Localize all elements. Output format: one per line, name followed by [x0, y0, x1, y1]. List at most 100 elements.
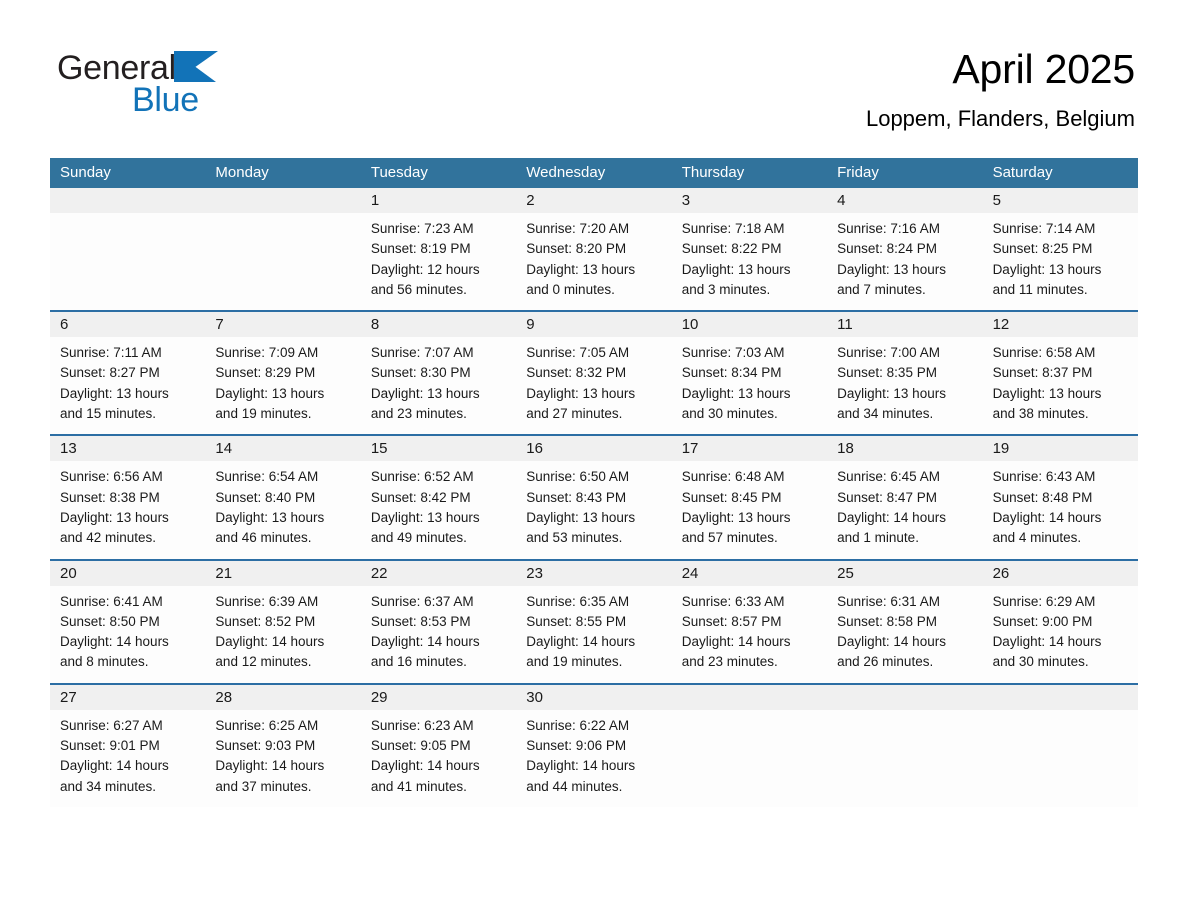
day-number-band: 23 — [516, 560, 672, 586]
day-details: Sunrise: 7:07 AM Sunset: 8:30 PM Daylight:… — [361, 337, 516, 434]
day-number: 29 — [370, 688, 388, 706]
day-cell-4[interactable]: 4 Sunrise: 7:16 AM Sunset: 8:24 PM Daylight… — [827, 188, 983, 311]
day-detail-line: Sunrise: 7:00 AM — [837, 345, 940, 361]
page-header: General Blue April 2025 Loppem, Flanders… — [0, 0, 1188, 148]
day-detail-line: and 34 minutes. — [60, 778, 157, 794]
day-cell-18[interactable]: 18 Sunrise: 6:45 AM Sunset: 8:47 PM Dayligh… — [827, 436, 983, 559]
day-detail-line: and 26 minutes. — [837, 654, 934, 670]
day-detail-line: Daylight: 13 hours — [837, 261, 946, 277]
day-cell-26[interactable]: 26 Sunrise: 6:29 AM Sunset: 9:00 PM Dayligh… — [982, 560, 1138, 683]
day-cell-13[interactable]: 13 Sunrise: 6:56 AM Sunset: 8:38 PM Dayligh… — [50, 436, 206, 559]
day-number: 4 — [837, 192, 846, 209]
week-grid: 27 Sunrise: 6:27 AM Sunset: 9:01 PM Dayligh… — [50, 684, 1138, 807]
day-number: 2 — [526, 192, 535, 209]
day-details: Sunrise: 6:29 AM Sunset: 9:00 PM Daylight:… — [983, 586, 1138, 683]
day-cell-25[interactable]: 25 Sunrise: 6:31 AM Sunset: 8:58 PM Dayligh… — [827, 560, 983, 683]
day-cell-28[interactable]: 28 Sunrise: 6:25 AM Sunset: 9:03 PM Dayligh… — [205, 684, 361, 807]
day-number-band: 9 — [516, 312, 672, 338]
weekday-header-thursday: Thursday — [681, 164, 745, 181]
day-cell-19[interactable]: 19 Sunrise: 6:43 AM Sunset: 8:48 PM Dayligh… — [982, 436, 1138, 559]
day-detail-line: Daylight: 14 hours — [992, 634, 1102, 650]
day-detail-line: Sunrise: 6:50 AM — [526, 469, 630, 485]
day-cell-23[interactable]: 23 Sunrise: 6:35 AM Sunset: 8:55 PM Dayligh… — [516, 560, 672, 683]
day-details — [827, 710, 982, 726]
calendar-week-row: 1 Sunrise: 7:23 AM Sunset: 8:19 PM Daylight… — [50, 188, 1138, 311]
day-detail-line: Daylight: 14 hours — [215, 758, 325, 774]
day-cell-24[interactable]: 24 Sunrise: 6:33 AM Sunset: 8:57 PM Dayligh… — [671, 560, 828, 683]
day-details: Sunrise: 7:18 AM Sunset: 8:22 PM Daylight:… — [672, 213, 827, 310]
day-number: 16 — [526, 440, 543, 458]
day-cell-12[interactable]: 12 Sunrise: 6:58 AM Sunset: 8:37 PM Dayligh… — [982, 312, 1138, 435]
day-cell-3[interactable]: 3 Sunrise: 7:18 AM Sunset: 8:22 PM Daylight… — [671, 188, 828, 311]
day-detail-line: and 41 minutes. — [370, 778, 467, 794]
day-detail-line: Sunset: 8:22 PM — [681, 241, 782, 257]
day-cell-17[interactable]: 17 Sunrise: 6:48 AM Sunset: 8:45 PM Dayligh… — [671, 436, 828, 559]
day-detail-line: Sunrise: 7:05 AM — [526, 345, 630, 361]
day-detail-line: Sunset: 8:57 PM — [681, 613, 782, 629]
day-number: 7 — [215, 316, 224, 334]
day-detail-line: Daylight: 14 hours — [526, 758, 636, 774]
day-cell-empty — [827, 684, 983, 807]
day-number: 19 — [992, 440, 1010, 458]
day-details: Sunrise: 6:25 AM Sunset: 9:03 PM Daylight:… — [205, 710, 360, 807]
day-cell-15[interactable]: 15 Sunrise: 6:52 AM Sunset: 8:42 PM Dayligh… — [360, 436, 517, 559]
day-number-band: 10 — [671, 312, 828, 338]
day-detail-line: Sunset: 8:38 PM — [60, 489, 160, 505]
day-cell-27[interactable]: 27 Sunrise: 6:27 AM Sunset: 9:01 PM Dayligh… — [50, 684, 206, 807]
day-detail-line: Sunrise: 6:52 AM — [370, 469, 474, 485]
day-number-band: 21 — [205, 560, 361, 586]
day-cell-30[interactable]: 30 Sunrise: 6:22 AM Sunset: 9:06 PM Dayligh… — [516, 684, 672, 807]
day-cell-16[interactable]: 16 Sunrise: 6:50 AM Sunset: 8:43 PM Dayligh… — [516, 436, 672, 559]
day-number-band: 3 — [671, 188, 828, 213]
day-detail-line: Daylight: 13 hours — [681, 509, 791, 525]
day-cell-11[interactable]: 11 Sunrise: 7:00 AM Sunset: 8:35 PM Dayligh… — [827, 312, 983, 435]
day-detail-line: Sunset: 8:29 PM — [215, 365, 316, 381]
page-title: April 2025 — [952, 46, 1135, 92]
calendar-week-row: 20 Sunrise: 6:41 AM Sunset: 8:50 PM Dayligh… — [50, 558, 1138, 683]
day-number-band: 5 — [982, 188, 1138, 213]
day-cell-6[interactable]: 6 Sunrise: 7:11 AM Sunset: 8:27 PM Daylight… — [50, 312, 206, 435]
day-detail-line: Daylight: 12 hours — [370, 261, 480, 277]
day-cell-8[interactable]: 8 Sunrise: 7:07 AM Sunset: 8:30 PM Daylight… — [360, 312, 517, 435]
day-detail-line: Daylight: 13 hours — [215, 385, 325, 401]
day-detail-line: and 1 minute. — [837, 530, 919, 546]
day-number-band: 8 — [360, 312, 517, 338]
day-number-band — [982, 684, 1138, 710]
day-detail-line: Sunrise: 7:16 AM — [837, 221, 940, 236]
day-details: Sunrise: 6:27 AM Sunset: 9:01 PM Daylight:… — [50, 710, 205, 807]
day-detail-line: Sunset: 8:48 PM — [992, 489, 1093, 505]
day-number: 10 — [681, 316, 699, 334]
day-cell-9[interactable]: 9 Sunrise: 7:05 AM Sunset: 8:32 PM Daylight… — [516, 312, 672, 435]
day-details: Sunrise: 7:03 AM Sunset: 8:34 PM Daylight:… — [672, 337, 827, 434]
day-detail-line: and 0 minutes. — [526, 281, 615, 297]
day-number-band: 6 — [50, 312, 206, 338]
day-details: Sunrise: 6:56 AM Sunset: 8:38 PM Daylight:… — [50, 461, 205, 558]
day-detail-line: and 23 minutes. — [681, 654, 778, 670]
day-details: Sunrise: 6:22 AM Sunset: 9:06 PM Daylight:… — [516, 710, 671, 807]
day-number-band: 16 — [516, 436, 672, 462]
day-detail-line: and 19 minutes. — [526, 654, 623, 670]
day-cell-22[interactable]: 22 Sunrise: 6:37 AM Sunset: 8:53 PM Dayligh… — [360, 560, 517, 683]
day-cell-20[interactable]: 20 Sunrise: 6:41 AM Sunset: 8:50 PM Dayligh… — [50, 560, 206, 683]
calendar-week-row: 13 Sunrise: 6:56 AM Sunset: 8:38 PM Dayligh… — [50, 434, 1138, 559]
day-detail-line: Daylight: 14 hours — [681, 634, 791, 650]
day-cell-10[interactable]: 10 Sunrise: 7:03 AM Sunset: 8:34 PM Dayligh… — [671, 312, 828, 435]
day-detail-line: and 44 minutes. — [526, 778, 623, 794]
day-details: Sunrise: 6:58 AM Sunset: 8:37 PM Daylight:… — [983, 337, 1138, 434]
day-cell-empty — [671, 684, 828, 807]
day-cell-14[interactable]: 14 Sunrise: 6:54 AM Sunset: 8:40 PM Dayligh… — [205, 436, 361, 559]
weekday-header-row: Sunday Monday Tuesday Wednesday Thursday Frid… — [50, 158, 1138, 188]
day-cell-21[interactable]: 21 Sunrise: 6:39 AM Sunset: 8:52 PM Dayligh… — [205, 560, 361, 683]
day-cell-5[interactable]: 5 Sunrise: 7:14 AM Sunset: 8:25 PM Daylight… — [982, 188, 1138, 311]
day-cell-7[interactable]: 7 Sunrise: 7:09 AM Sunset: 8:29 PM Daylight… — [205, 312, 361, 435]
day-detail-line: and 42 minutes. — [60, 530, 157, 546]
calendar-table: Sunday Monday Tuesday Wednesday Thursday Frid… — [50, 158, 1138, 807]
day-cell-1[interactable]: 1 Sunrise: 7:23 AM Sunset: 8:19 PM Daylight… — [360, 188, 517, 311]
day-detail-line: and 12 minutes. — [215, 654, 312, 670]
day-cell-2[interactable]: 2 Sunrise: 7:20 AM Sunset: 8:20 PM Daylight… — [516, 188, 672, 311]
day-detail-line: Sunrise: 6:31 AM — [837, 593, 940, 609]
day-details: Sunrise: 6:50 AM Sunset: 8:43 PM Daylight:… — [516, 461, 671, 558]
day-number: 5 — [992, 192, 1001, 209]
day-detail-line: and 57 minutes. — [681, 530, 778, 546]
day-cell-29[interactable]: 29 Sunrise: 6:23 AM Sunset: 9:05 PM Dayligh… — [360, 684, 517, 807]
